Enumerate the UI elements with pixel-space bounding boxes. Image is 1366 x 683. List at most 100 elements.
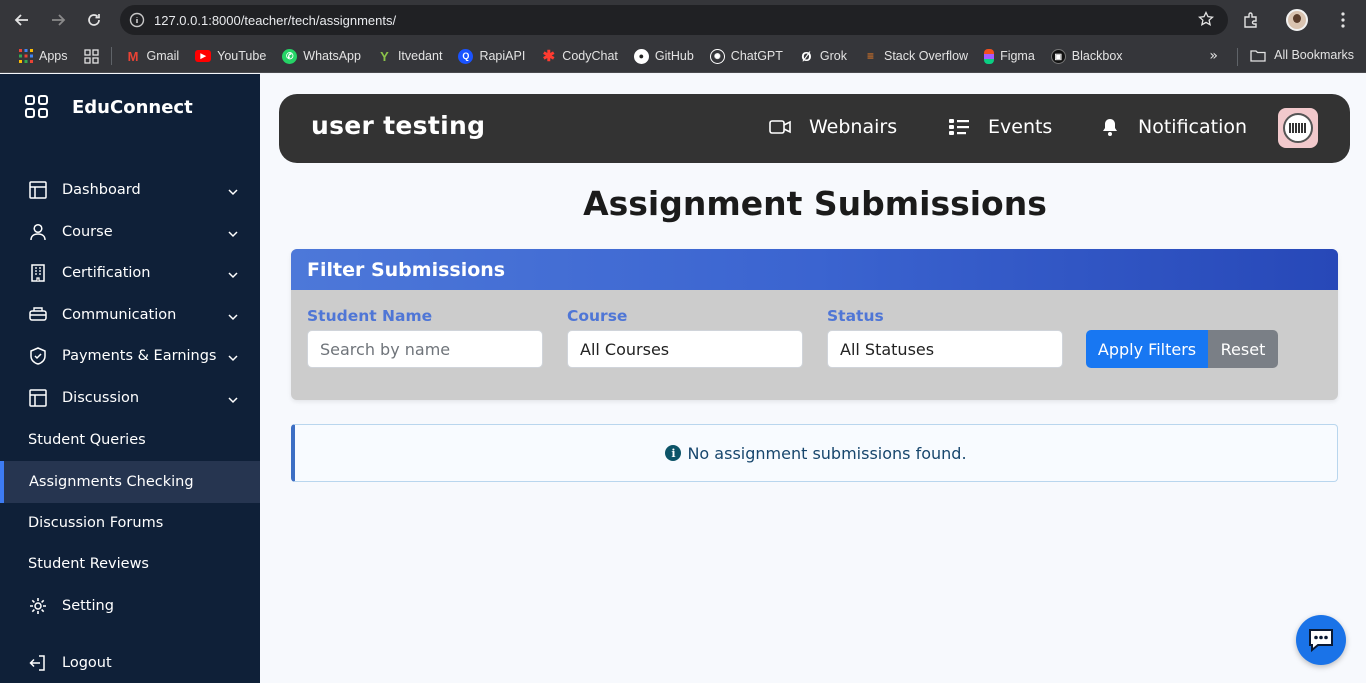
- gear-icon: [28, 596, 48, 616]
- browser-toolbar: 127.0.0.1:8000/teacher/tech/assignments/: [0, 0, 1366, 40]
- all-bookmarks-button[interactable]: All Bookmarks: [1250, 48, 1354, 62]
- bookmark-github[interactable]: ● GitHub: [633, 48, 694, 64]
- student-search-input[interactable]: Search by name: [307, 330, 543, 368]
- tab-groups-icon[interactable]: [83, 48, 99, 64]
- bookmark-separator: [1237, 48, 1238, 66]
- status-select[interactable]: All Statuses: [827, 330, 1063, 368]
- building-icon: [28, 263, 48, 283]
- arrow-right-icon: [52, 14, 66, 26]
- brand-name: EduConnect: [72, 96, 193, 118]
- bookmark-star-icon[interactable]: [1197, 10, 1215, 31]
- url-text[interactable]: 127.0.0.1:8000/teacher/tech/assignments/: [154, 13, 396, 28]
- avatar: [1286, 9, 1308, 31]
- extensions-icon[interactable]: [1228, 11, 1274, 29]
- nav-notification[interactable]: Notification: [1100, 116, 1247, 138]
- site-info-icon[interactable]: [120, 12, 154, 28]
- bookmark-chatgpt[interactable]: ✺ ChatGPT: [709, 48, 783, 64]
- sidebar-item-certification[interactable]: Certification: [0, 253, 260, 293]
- bookmark-stackoverflow[interactable]: ≡ Stack Overflow: [863, 49, 968, 64]
- bookmark-label: GitHub: [654, 49, 694, 63]
- back-button[interactable]: [4, 0, 40, 40]
- bookmark-label: Apps: [39, 49, 68, 63]
- nav-events[interactable]: Events: [948, 116, 1052, 138]
- sidebar: EduConnect Dashboard Course Certificatio…: [0, 74, 260, 683]
- menu-kebab-icon[interactable]: [1320, 12, 1366, 28]
- bookmark-figma[interactable]: Figma: [984, 48, 1035, 64]
- bookmark-blackbox[interactable]: ▣ Blackbox: [1050, 48, 1123, 64]
- bookmark-label: Stack Overflow: [884, 49, 969, 63]
- sidebar-item-label: Setting: [62, 598, 114, 614]
- bookmark-label: Gmail: [146, 49, 180, 63]
- sidebar-item-label: Dashboard: [62, 182, 141, 198]
- chevron-down-icon[interactable]: [228, 267, 238, 283]
- youtube-icon: ▶: [195, 50, 212, 62]
- sidebar-item-label: Discussion: [62, 390, 140, 406]
- table-icon: [28, 388, 48, 408]
- chevron-down-icon[interactable]: [228, 350, 238, 366]
- sidebar-item-discussion-forums[interactable]: Discussion Forums: [0, 503, 260, 543]
- bookmark-label: Figma: [1000, 49, 1035, 63]
- github-icon: ●: [633, 48, 649, 64]
- chatgpt-icon: ✺: [709, 48, 725, 64]
- bookmark-codychat[interactable]: ✱ CodyChat: [541, 48, 618, 65]
- sidebar-item-discussion[interactable]: Discussion: [0, 378, 260, 418]
- sidebar-item-logout[interactable]: Logout: [0, 643, 260, 683]
- bookmark-label: RapiAPI: [479, 49, 526, 63]
- reload-button[interactable]: [76, 0, 112, 40]
- forward-button[interactable]: [40, 0, 76, 40]
- filter-card: Filter Submissions Student Name Search b…: [291, 249, 1338, 400]
- sidebar-item-student-reviews[interactable]: Student Reviews: [0, 544, 260, 584]
- apps-grid-icon: [18, 49, 33, 64]
- chevron-down-icon[interactable]: [228, 309, 238, 325]
- reset-button[interactable]: Reset: [1208, 330, 1278, 368]
- sidebar-item-label: Certification: [62, 265, 151, 281]
- chevron-down-icon[interactable]: [228, 184, 238, 200]
- bookmark-grok[interactable]: Ø Grok: [799, 49, 847, 64]
- apply-filters-button[interactable]: Apply Filters: [1086, 330, 1208, 368]
- grid-logo-icon: [25, 95, 48, 118]
- sidebar-item-payments[interactable]: Payments & Earnings: [0, 336, 260, 376]
- course-select[interactable]: All Courses: [567, 330, 803, 368]
- bookmark-whatsapp[interactable]: ✆ WhatsApp: [282, 48, 361, 64]
- nav-notification-label: Notification: [1138, 116, 1248, 138]
- student-name-label: Student Name: [307, 307, 433, 325]
- brand[interactable]: EduConnect: [24, 94, 193, 120]
- sidebar-item-label: Course: [62, 224, 113, 240]
- rapiapi-icon: Q: [458, 48, 474, 64]
- bookmark-label: Blackbox: [1071, 49, 1123, 63]
- empty-state-alert: i No assignment submissions found.: [291, 424, 1338, 482]
- itvedant-icon: Y: [380, 48, 389, 64]
- nav-webinars[interactable]: Webnairs: [769, 116, 897, 138]
- whatsapp-icon: ✆: [282, 48, 298, 64]
- chevron-down-icon[interactable]: [228, 226, 238, 242]
- sidebar-item-communication[interactable]: Communication: [0, 295, 260, 335]
- main-content: user testing Webnairs Events Notificatio…: [260, 74, 1366, 683]
- bookmark-separator: [110, 47, 112, 65]
- sidebar-item-label: Discussion Forums: [28, 515, 164, 531]
- bookmark-itvedant[interactable]: Y Itvedant: [377, 49, 442, 64]
- sidebar-item-label: Payments & Earnings: [62, 348, 217, 364]
- bookmark-apps[interactable]: Apps: [18, 49, 68, 64]
- sidebar-item-course[interactable]: Course: [0, 212, 260, 252]
- chevron-down-icon[interactable]: [228, 392, 238, 408]
- stackoverflow-icon: ≡: [866, 49, 874, 63]
- sidebar-item-dashboard[interactable]: Dashboard: [0, 170, 260, 210]
- table-icon: [28, 180, 48, 200]
- bookmark-gmail[interactable]: M Gmail: [126, 49, 180, 64]
- sidebar-item-student-queries[interactable]: Student Queries: [0, 420, 260, 460]
- bookmarks-overflow-icon[interactable]: »: [1209, 48, 1218, 64]
- sidebar-item-setting[interactable]: Setting: [0, 586, 260, 626]
- address-bar[interactable]: 127.0.0.1:8000/teacher/tech/assignments/: [120, 5, 1228, 35]
- nav-webinars-label: Webnairs: [809, 116, 898, 138]
- sidebar-item-assignments-checking[interactable]: Assignments Checking: [0, 461, 260, 503]
- bell-icon: [1103, 119, 1117, 136]
- logout-icon: [28, 653, 48, 673]
- top-navbar: user testing Webnairs Events Notificatio…: [279, 94, 1350, 163]
- profile-avatar[interactable]: [1278, 108, 1318, 148]
- nav-events-label: Events: [988, 116, 1053, 138]
- sidebar-item-label: Assignments Checking: [29, 474, 194, 490]
- chat-button[interactable]: [1296, 615, 1346, 665]
- bookmark-youtube[interactable]: ▶ YouTube: [195, 49, 266, 63]
- bookmark-rapiapi[interactable]: Q RapiAPI: [458, 48, 526, 64]
- profile-button[interactable]: [1274, 9, 1320, 31]
